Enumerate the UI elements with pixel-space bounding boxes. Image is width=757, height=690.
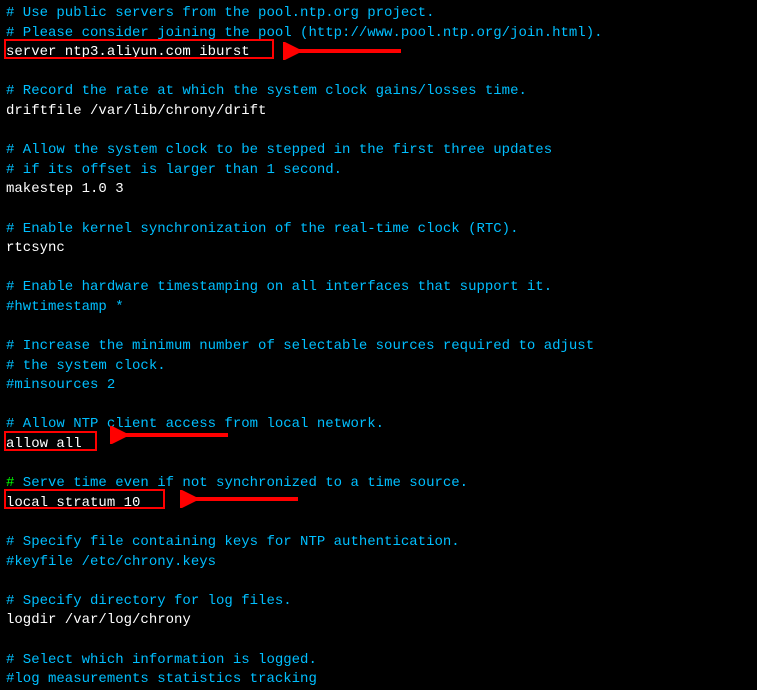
terminal-line [6, 455, 751, 475]
comment-text: # the system clock. [6, 358, 166, 374]
terminal-line: # if its offset is larger than 1 second. [6, 161, 751, 181]
terminal-line: #log measurements statistics tracking [6, 670, 751, 690]
config-text: logdir /var/log/chrony [6, 612, 191, 628]
terminal-line: # Please consider joining the pool (http… [6, 24, 751, 44]
comment-text: # Specify directory for log files. [6, 593, 292, 609]
terminal-line: # Serve time even if not synchronized to… [6, 474, 751, 494]
comment-text: # Use public servers from the pool.ntp.o… [6, 5, 434, 21]
terminal-line: # Specify directory for log files. [6, 592, 751, 612]
config-text: rtcsync [6, 240, 65, 256]
terminal-line [6, 396, 751, 416]
terminal-line: #hwtimestamp * [6, 298, 751, 318]
terminal-content: # Use public servers from the pool.ntp.o… [6, 4, 751, 690]
comment-text: # Allow the system clock to be stepped i… [6, 142, 552, 158]
terminal-line: logdir /var/log/chrony [6, 611, 751, 631]
comment-text: Serve time even if not synchronized to a… [14, 475, 468, 491]
comment-text: #minsources 2 [6, 377, 115, 393]
terminal-line [6, 63, 751, 83]
comment-text: # Enable kernel synchronization of the r… [6, 221, 518, 237]
terminal-line: # Allow the system clock to be stepped i… [6, 141, 751, 161]
comment-text: #log measurements statistics tracking [6, 671, 317, 687]
terminal-line: # the system clock. [6, 357, 751, 377]
terminal-line: # Record the rate at which the system cl… [6, 82, 751, 102]
comment-text: # Increase the minimum number of selecta… [6, 338, 594, 354]
terminal-line [6, 318, 751, 338]
terminal-line [6, 572, 751, 592]
comment-text: #keyfile /etc/chrony.keys [6, 554, 216, 570]
terminal-line: # Specify file containing keys for NTP a… [6, 533, 751, 553]
comment-text: # Please consider joining the pool (http… [6, 25, 603, 41]
terminal-line: local stratum 10 [6, 494, 751, 514]
terminal-line: # Allow NTP client access from local net… [6, 415, 751, 435]
terminal-line: # Enable kernel synchronization of the r… [6, 220, 751, 240]
terminal-line: # Select which information is logged. [6, 651, 751, 671]
comment-text: #hwtimestamp * [6, 299, 124, 315]
terminal-line [6, 122, 751, 142]
terminal-line: # Use public servers from the pool.ntp.o… [6, 4, 751, 24]
config-text: local stratum 10 [6, 495, 140, 511]
comment-text: # Record the rate at which the system cl… [6, 83, 527, 99]
config-text: driftfile /var/lib/chrony/drift [6, 103, 266, 119]
terminal-line [6, 259, 751, 279]
terminal-line: server ntp3.aliyun.com iburst [6, 43, 751, 63]
terminal-line: driftfile /var/lib/chrony/drift [6, 102, 751, 122]
config-text: allow all [6, 436, 82, 452]
terminal-line: makestep 1.0 3 [6, 180, 751, 200]
comment-text: # Specify file containing keys for NTP a… [6, 534, 460, 550]
comment-text: # if its offset is larger than 1 second. [6, 162, 342, 178]
terminal-line: rtcsync [6, 239, 751, 259]
config-text: makestep 1.0 3 [6, 181, 124, 197]
comment-text: # Select which information is logged. [6, 652, 317, 668]
terminal-line: # Enable hardware timestamping on all in… [6, 278, 751, 298]
config-text: server ntp3.aliyun.com iburst [6, 44, 250, 60]
terminal-line: # Increase the minimum number of selecta… [6, 337, 751, 357]
terminal-line: #keyfile /etc/chrony.keys [6, 553, 751, 573]
comment-text: # Allow NTP client access from local net… [6, 416, 384, 432]
terminal-line [6, 513, 751, 533]
terminal-line [6, 200, 751, 220]
terminal-line: #minsources 2 [6, 376, 751, 396]
comment-text: # Enable hardware timestamping on all in… [6, 279, 552, 295]
terminal-line [6, 631, 751, 651]
terminal-line: allow all [6, 435, 751, 455]
